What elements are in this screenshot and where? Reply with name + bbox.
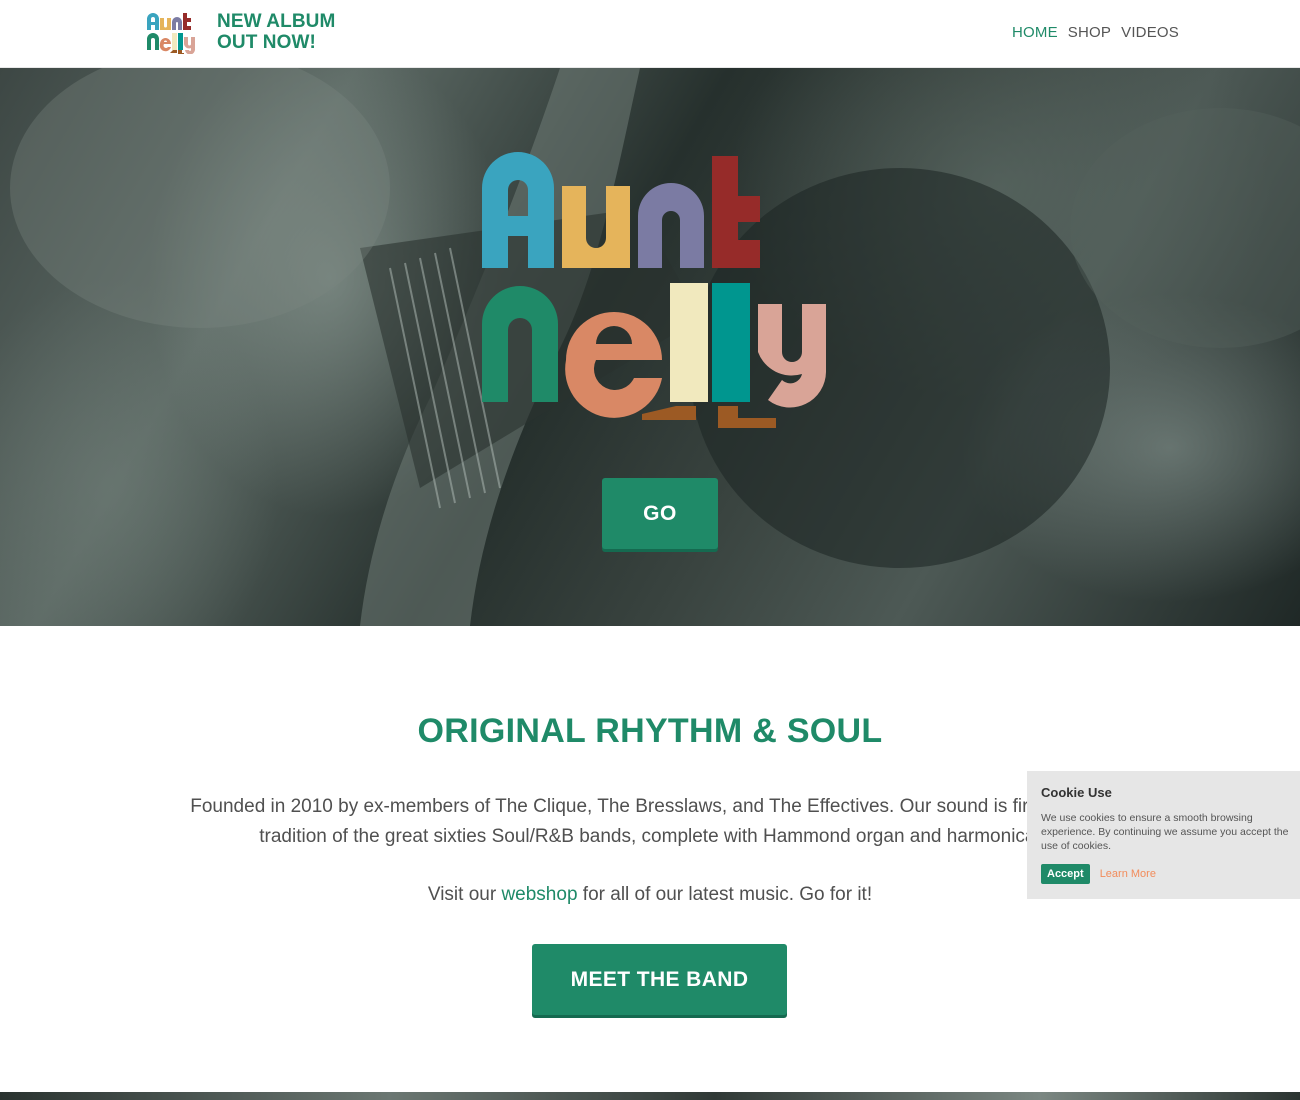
cookie-accept-button[interactable]: Accept bbox=[1041, 864, 1090, 884]
nav-home[interactable]: HOME bbox=[1012, 24, 1058, 41]
nav-videos[interactable]: VIDEOS bbox=[1121, 24, 1179, 41]
new-album-tagline[interactable]: NEW ALBUM OUT NOW! bbox=[217, 11, 335, 53]
aunt-nelly-small-logo[interactable] bbox=[145, 10, 199, 54]
cookie-banner: Cookie Use We use cookies to ensure a sm… bbox=[1027, 771, 1300, 899]
meet-the-band-button[interactable]: MEET THE BAND bbox=[532, 944, 787, 1015]
go-button[interactable]: GO bbox=[602, 478, 718, 549]
main-nav: HOME SHOP VIDEOS bbox=[1012, 24, 1179, 41]
cookie-message: We use cookies to ensure a smooth browsi… bbox=[1041, 812, 1289, 852]
tagline-line-2: OUT NOW! bbox=[217, 32, 316, 53]
site-header: NEW ALBUM OUT NOW! HOME SHOP VIDEOS bbox=[0, 0, 1300, 68]
band-description: Founded in 2010 by ex-members of The Cli… bbox=[190, 796, 1110, 847]
webshop-text-after: for all of our latest music. Go for it! bbox=[577, 884, 873, 905]
cookie-title: Cookie Use bbox=[1041, 785, 1112, 800]
webshop-text-before: Visit our bbox=[427, 884, 502, 905]
webshop-paragraph: Visit our webshop for all of our latest … bbox=[160, 880, 1140, 910]
webshop-link[interactable]: webshop bbox=[501, 884, 577, 905]
aunt-nelly-hero-logo bbox=[482, 152, 826, 428]
next-section-image-edge bbox=[0, 1092, 1300, 1100]
nav-shop[interactable]: SHOP bbox=[1068, 24, 1111, 41]
tagline-line-1: NEW ALBUM bbox=[217, 11, 336, 32]
hero-section: GO bbox=[0, 68, 1300, 626]
cookie-actions: Accept Learn More bbox=[1041, 864, 1300, 884]
section-heading: ORIGINAL RHYTHM & SOUL bbox=[417, 712, 883, 750]
cookie-learn-more-link[interactable]: Learn More bbox=[1100, 868, 1156, 880]
brand-link[interactable]: NEW ALBUM OUT NOW! bbox=[145, 10, 335, 54]
